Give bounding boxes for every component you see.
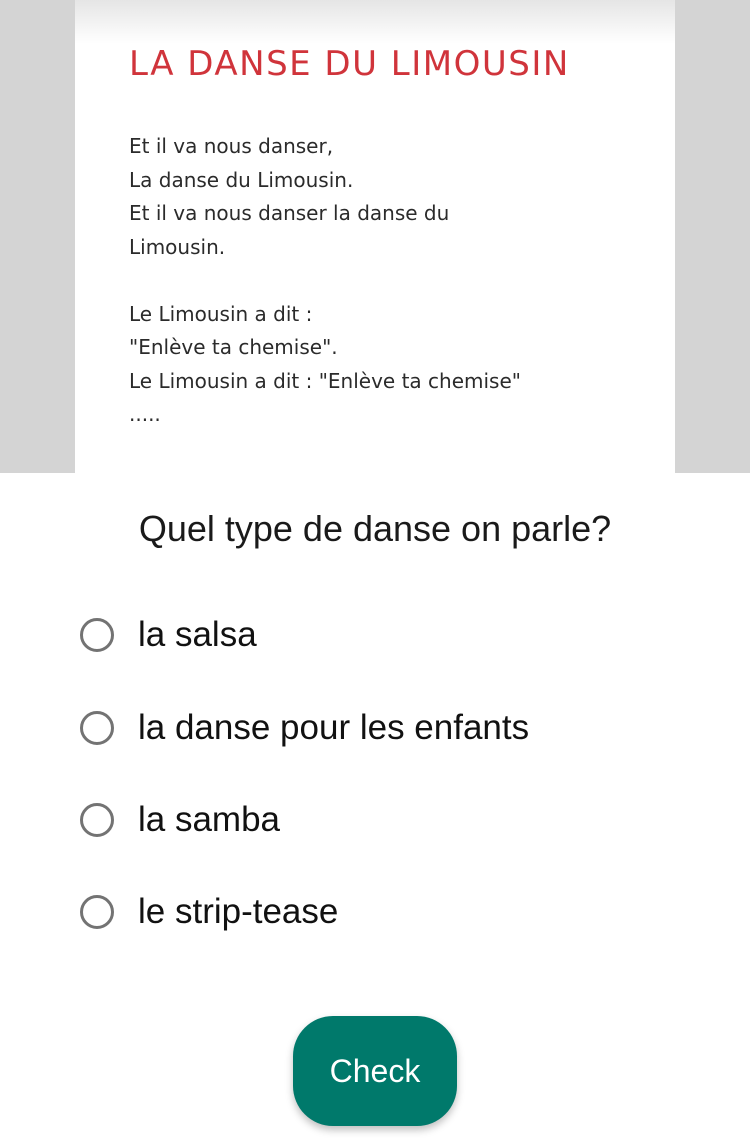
option-la-danse-pour-les-enfants[interactable]: la danse pour les enfants <box>80 698 529 758</box>
lyric-line: Le Limousin a dit : <box>129 301 313 326</box>
lyric-line: "Enlève ta chemise". <box>129 335 338 359</box>
quiz-screen: LA DANSE DU LIMOUSIN Et il va nous danse… <box>0 0 750 1138</box>
song-title: LA DANSE DU LIMOUSIN <box>129 44 570 84</box>
lyric-line: ..... <box>129 402 161 426</box>
option-label[interactable]: la danse pour les enfants <box>138 708 529 748</box>
radio-button-icon[interactable] <box>80 895 114 929</box>
option-label[interactable]: la samba <box>138 800 280 840</box>
radio-button-icon[interactable] <box>80 618 114 652</box>
lyrics-image-area: LA DANSE DU LIMOUSIN Et il va nous danse… <box>0 0 750 473</box>
lyrics-text: Et il va nous danser, La danse du Limous… <box>129 130 659 432</box>
top-shadow <box>75 0 675 44</box>
lyric-line: Et il va nous danser, <box>129 134 334 158</box>
radio-button-icon[interactable] <box>80 711 114 745</box>
radio-button-icon[interactable] <box>80 803 114 837</box>
lyric-line: La danse du Limousin. <box>129 167 354 192</box>
lyric-line: Le Limousin a dit : "Enlève ta chemise" <box>129 368 521 393</box>
lyric-line: Et il va nous danser la danse du <box>129 201 450 225</box>
option-la-samba[interactable]: la samba <box>80 790 280 850</box>
option-label[interactable]: le strip-tease <box>138 892 338 932</box>
question-text: Quel type de danse on parle? <box>138 508 612 549</box>
check-button[interactable]: Check <box>293 1016 457 1126</box>
option-le-strip-tease[interactable]: le strip-tease <box>80 882 338 942</box>
lyric-line: Limousin. <box>129 234 226 259</box>
lyric-blank-line <box>129 264 659 298</box>
lyrics-image: LA DANSE DU LIMOUSIN Et il va nous danse… <box>75 0 675 473</box>
option-la-salsa[interactable]: la salsa <box>80 605 257 665</box>
option-label[interactable]: la salsa <box>138 615 257 655</box>
